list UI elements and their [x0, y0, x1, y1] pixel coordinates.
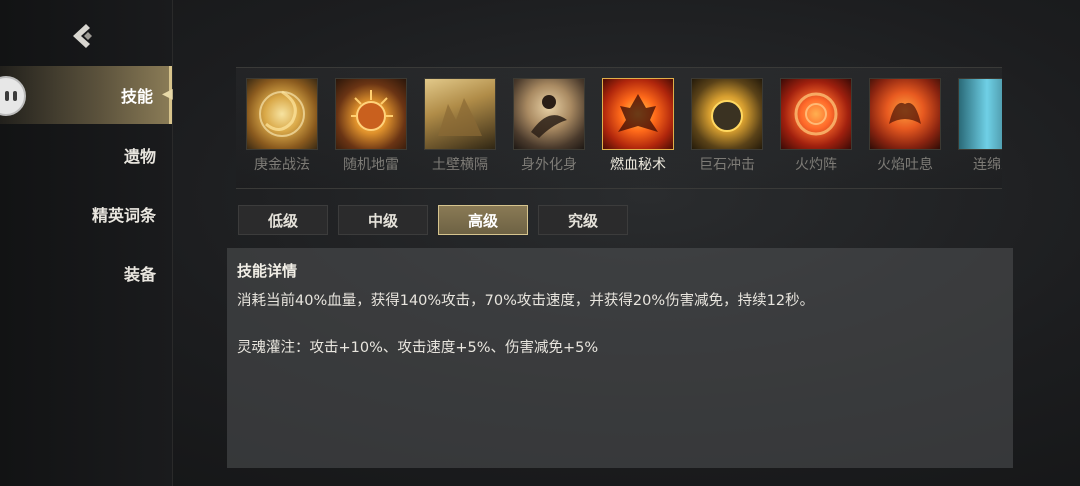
tier-tab-mid[interactable]: 中级 — [338, 205, 428, 235]
sidebar: 技能 ◀ 遗物 精英词条 装备 — [0, 0, 173, 486]
skill-label: 火灼阵 — [795, 157, 837, 173]
boulder-impact-icon — [691, 78, 763, 150]
water-curtain-icon — [958, 78, 1002, 150]
soul-infusion-text: 灵魂灌注：攻击+10%、攻击速度+5%、伤害减免+5% — [237, 340, 599, 356]
earth-wall-icon — [424, 78, 496, 150]
back-arrow-icon — [73, 24, 92, 48]
tier-label: 高级 — [467, 211, 498, 230]
detail-title: 技能详情 — [237, 262, 298, 280]
fire-breath-icon — [869, 78, 941, 150]
skill-label: 连绵之 — [973, 157, 1002, 173]
skill-label: 庚金战法 — [254, 157, 310, 173]
sidebar-item-label: 技能 — [120, 87, 153, 106]
tier-tab-low[interactable]: 低级 — [238, 205, 328, 235]
blood-burn-icon — [602, 78, 674, 150]
skill-label: 土壁横隔 — [432, 157, 488, 173]
detail-description: 消耗当前40%血量，获得140%攻击，70%攻击速度，并获得20%伤害减免，持续… — [237, 293, 815, 309]
chat-bubble-icon — [5, 91, 19, 101]
tier-label: 低级 — [267, 211, 298, 230]
sidebar-item-elite-affixes[interactable]: 精英词条 — [0, 185, 172, 243]
spiked-mine-icon — [335, 78, 407, 150]
skill-item[interactable]: 随机地雷 — [333, 78, 409, 178]
skill-label: 随机地雷 — [343, 157, 399, 173]
skill-label: 燃血秘术 — [610, 157, 666, 173]
clone-figure-icon — [513, 78, 585, 150]
skill-label: 火焰吐息 — [877, 157, 933, 173]
tier-tab-high[interactable]: 高级 — [438, 205, 528, 235]
tier-label: 究级 — [567, 211, 598, 230]
sidebar-item-relics[interactable]: 遗物 — [0, 126, 172, 184]
skill-item[interactable]: 身外化身 — [511, 78, 587, 178]
tier-label: 中级 — [367, 211, 398, 230]
skill-item[interactable]: 火灼阵 — [778, 78, 854, 178]
active-marker-icon: ◀ — [162, 86, 173, 102]
sidebar-item-label: 装备 — [123, 265, 156, 284]
sidebar-item-label: 精英词条 — [91, 206, 156, 225]
skill-item-selected[interactable]: 燃血秘术 — [600, 78, 676, 178]
skill-item[interactable]: 火焰吐息 — [867, 78, 943, 178]
skill-item[interactable]: 土壁横隔 — [422, 78, 498, 178]
skill-item[interactable]: 庚金战法 — [244, 78, 320, 178]
skill-item[interactable]: 巨石冲击 — [689, 78, 765, 178]
golden-swirl-icon — [246, 78, 318, 150]
sidebar-item-equipment[interactable]: 装备 — [0, 244, 172, 302]
skill-item[interactable]: 连绵之 — [956, 78, 1002, 178]
skill-detail-panel: 技能详情 消耗当前40%血量，获得140%攻击，70%攻击速度，并获得20%伤害… — [227, 248, 1013, 468]
skill-label: 身外化身 — [521, 157, 577, 173]
fire-circle-icon — [780, 78, 852, 150]
sidebar-item-label: 遗物 — [123, 147, 156, 166]
tier-tab-ultimate[interactable]: 究级 — [538, 205, 628, 235]
back-button[interactable] — [66, 20, 100, 52]
skill-list[interactable]: 庚金战法 随机地雷 土壁横隔 身外化身 燃血秘术 巨石冲击 火灼阵 火焰吐息 连… — [236, 67, 1002, 189]
skill-label: 巨石冲击 — [699, 157, 755, 173]
